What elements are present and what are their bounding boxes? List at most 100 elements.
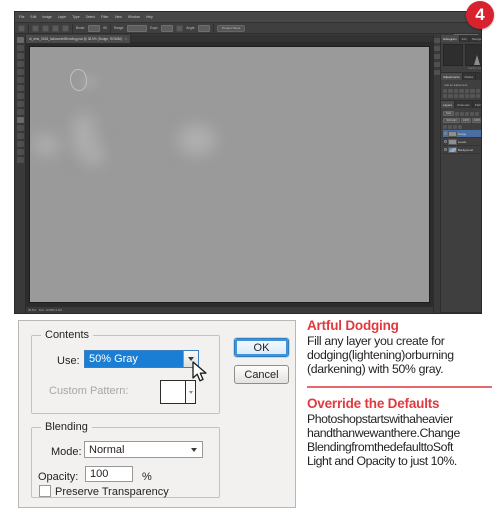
lock-all-icon[interactable] <box>458 125 462 129</box>
angle-field[interactable] <box>198 24 211 32</box>
brushes-panel-icon[interactable] <box>434 70 440 75</box>
shape-tool-icon[interactable] <box>16 141 24 147</box>
tab-navigator[interactable]: Navigator <box>470 35 481 42</box>
range-select[interactable] <box>127 24 148 32</box>
menu-item-view[interactable]: View <box>115 12 122 22</box>
custom-pattern-swatch[interactable] <box>160 380 196 404</box>
mode-dropdown[interactable]: Normal <box>84 441 203 458</box>
filter-shape-icon[interactable] <box>470 111 474 116</box>
levels-icon[interactable] <box>448 89 453 93</box>
chevron-down-icon[interactable] <box>191 447 197 452</box>
clone-tool-icon[interactable] <box>16 85 24 91</box>
layer-filter-kind[interactable]: Kind <box>443 111 454 116</box>
selective-color-icon[interactable] <box>475 94 481 98</box>
menu-item-layer[interactable]: Layer <box>58 12 66 22</box>
menu-item-type[interactable]: Type <box>72 12 79 22</box>
black-white-icon[interactable] <box>481 89 482 93</box>
eye-icon[interactable] <box>444 148 447 151</box>
tab-info[interactable]: Info <box>460 35 470 42</box>
dodge-tool-icon-panel[interactable] <box>16 117 24 123</box>
type-tool-icon[interactable] <box>16 133 24 139</box>
menu-item-help[interactable]: Help <box>146 12 153 22</box>
move-tool-icon[interactable] <box>16 37 24 43</box>
exposure-icon[interactable] <box>459 89 464 93</box>
marquee-tool-icon[interactable] <box>16 45 24 51</box>
brush-panel-icon[interactable] <box>42 24 49 32</box>
invert-icon[interactable] <box>453 94 459 98</box>
menu-item-file[interactable]: File <box>19 12 24 22</box>
layer-row-dodge[interactable]: Dodge <box>443 130 481 138</box>
tab-paths[interactable]: Paths <box>473 101 481 108</box>
vibrance-icon[interactable] <box>464 89 470 93</box>
curves-icon[interactable] <box>453 89 459 93</box>
navigator-thumbnail[interactable] <box>465 44 481 66</box>
menu-item-window[interactable]: Window <box>128 12 140 22</box>
swatches-panel-icon[interactable] <box>434 46 440 51</box>
eraser-tool-icon[interactable] <box>16 93 24 99</box>
dodge-tool-icon[interactable] <box>18 24 25 32</box>
color-lookup-icon[interactable] <box>481 94 482 98</box>
styles-panel-icon[interactable] <box>434 54 440 59</box>
channel-mixer-icon[interactable] <box>448 94 453 98</box>
menu-item-image[interactable]: Image <box>42 12 51 22</box>
airbrush-icon[interactable] <box>176 24 184 32</box>
tab-layers[interactable]: Layers <box>441 101 456 108</box>
cancel-button[interactable]: Cancel <box>234 365 289 384</box>
menu-item-edit[interactable]: Edit <box>30 12 36 22</box>
layer-opacity-value[interactable]: 100% <box>461 118 472 123</box>
posterize-icon[interactable] <box>459 94 464 98</box>
gradient-map-icon[interactable] <box>470 94 475 98</box>
chevron-down-icon[interactable] <box>185 381 195 403</box>
lock-transparency-icon[interactable] <box>443 125 447 129</box>
menu-item-filter[interactable]: Filter <box>101 12 109 22</box>
brush-tool-icon[interactable] <box>16 77 24 83</box>
crop-tool-icon[interactable] <box>16 61 24 67</box>
filter-pixel-icon[interactable] <box>455 111 459 116</box>
mixer-icon[interactable] <box>52 24 59 32</box>
ok-button[interactable]: OK <box>234 338 289 357</box>
zoom-tool-icon[interactable] <box>16 157 24 163</box>
filter-smart-icon[interactable] <box>475 111 479 116</box>
close-icon[interactable]: x <box>125 37 127 41</box>
color-panel-icon[interactable] <box>434 38 440 43</box>
zoom-level[interactable]: 38.5% <box>28 308 36 312</box>
color-balance-icon[interactable] <box>475 89 481 93</box>
layer-blend-mode-select[interactable]: Soft Light <box>443 118 460 123</box>
hue-saturation-icon[interactable] <box>470 89 475 93</box>
gradient-tool-icon[interactable] <box>16 101 24 107</box>
pen-tool-icon[interactable] <box>16 125 24 131</box>
protect-tones-button[interactable]: Protect Tones <box>217 24 246 32</box>
hand-tool-icon[interactable] <box>16 149 24 155</box>
photo-filter-icon[interactable] <box>443 94 448 98</box>
use-dropdown[interactable]: 50% Gray <box>84 350 199 368</box>
image-canvas[interactable] <box>29 46 430 303</box>
eye-icon[interactable] <box>444 132 447 135</box>
blur-tool-icon[interactable] <box>16 109 24 115</box>
opacity-input[interactable]: 100 <box>85 466 133 482</box>
exposure-field[interactable] <box>161 24 174 32</box>
tab-histogram[interactable]: Histogram <box>441 35 460 42</box>
preserve-transparency-checkbox[interactable] <box>39 485 51 497</box>
lock-image-icon[interactable] <box>448 125 452 129</box>
tool-preset-icon[interactable] <box>62 24 69 32</box>
history-panel-icon[interactable] <box>434 62 440 67</box>
eye-icon[interactable] <box>444 140 447 143</box>
layer-row-levels[interactable]: Levels <box>443 138 481 146</box>
eyedropper-tool-icon[interactable] <box>16 69 24 75</box>
threshold-icon[interactable] <box>464 94 470 98</box>
menu-item-select[interactable]: Select <box>86 12 95 22</box>
tab-masks[interactable]: Masks <box>463 73 477 80</box>
layer-row-background[interactable]: Background <box>443 146 481 154</box>
brush-size-field[interactable] <box>88 24 101 32</box>
layer-fill-value[interactable]: 100% <box>472 118 481 123</box>
tab-channels[interactable]: Channels <box>455 101 473 108</box>
tab-adjustments[interactable]: Adjustments <box>441 73 463 80</box>
brightness-contrast-icon[interactable] <box>443 89 448 93</box>
filter-adjustment-icon[interactable] <box>460 111 464 116</box>
lasso-tool-icon[interactable] <box>16 53 24 59</box>
brush-preset-icon[interactable] <box>32 24 39 32</box>
lock-position-icon[interactable] <box>453 125 457 129</box>
document-tab[interactable]: dl_dms_0618_halloweenBlending.psd @ 38.5… <box>26 34 131 43</box>
filter-type-icon[interactable] <box>465 111 469 116</box>
adjustments-panel-body: Add an adjustment <box>441 80 482 100</box>
